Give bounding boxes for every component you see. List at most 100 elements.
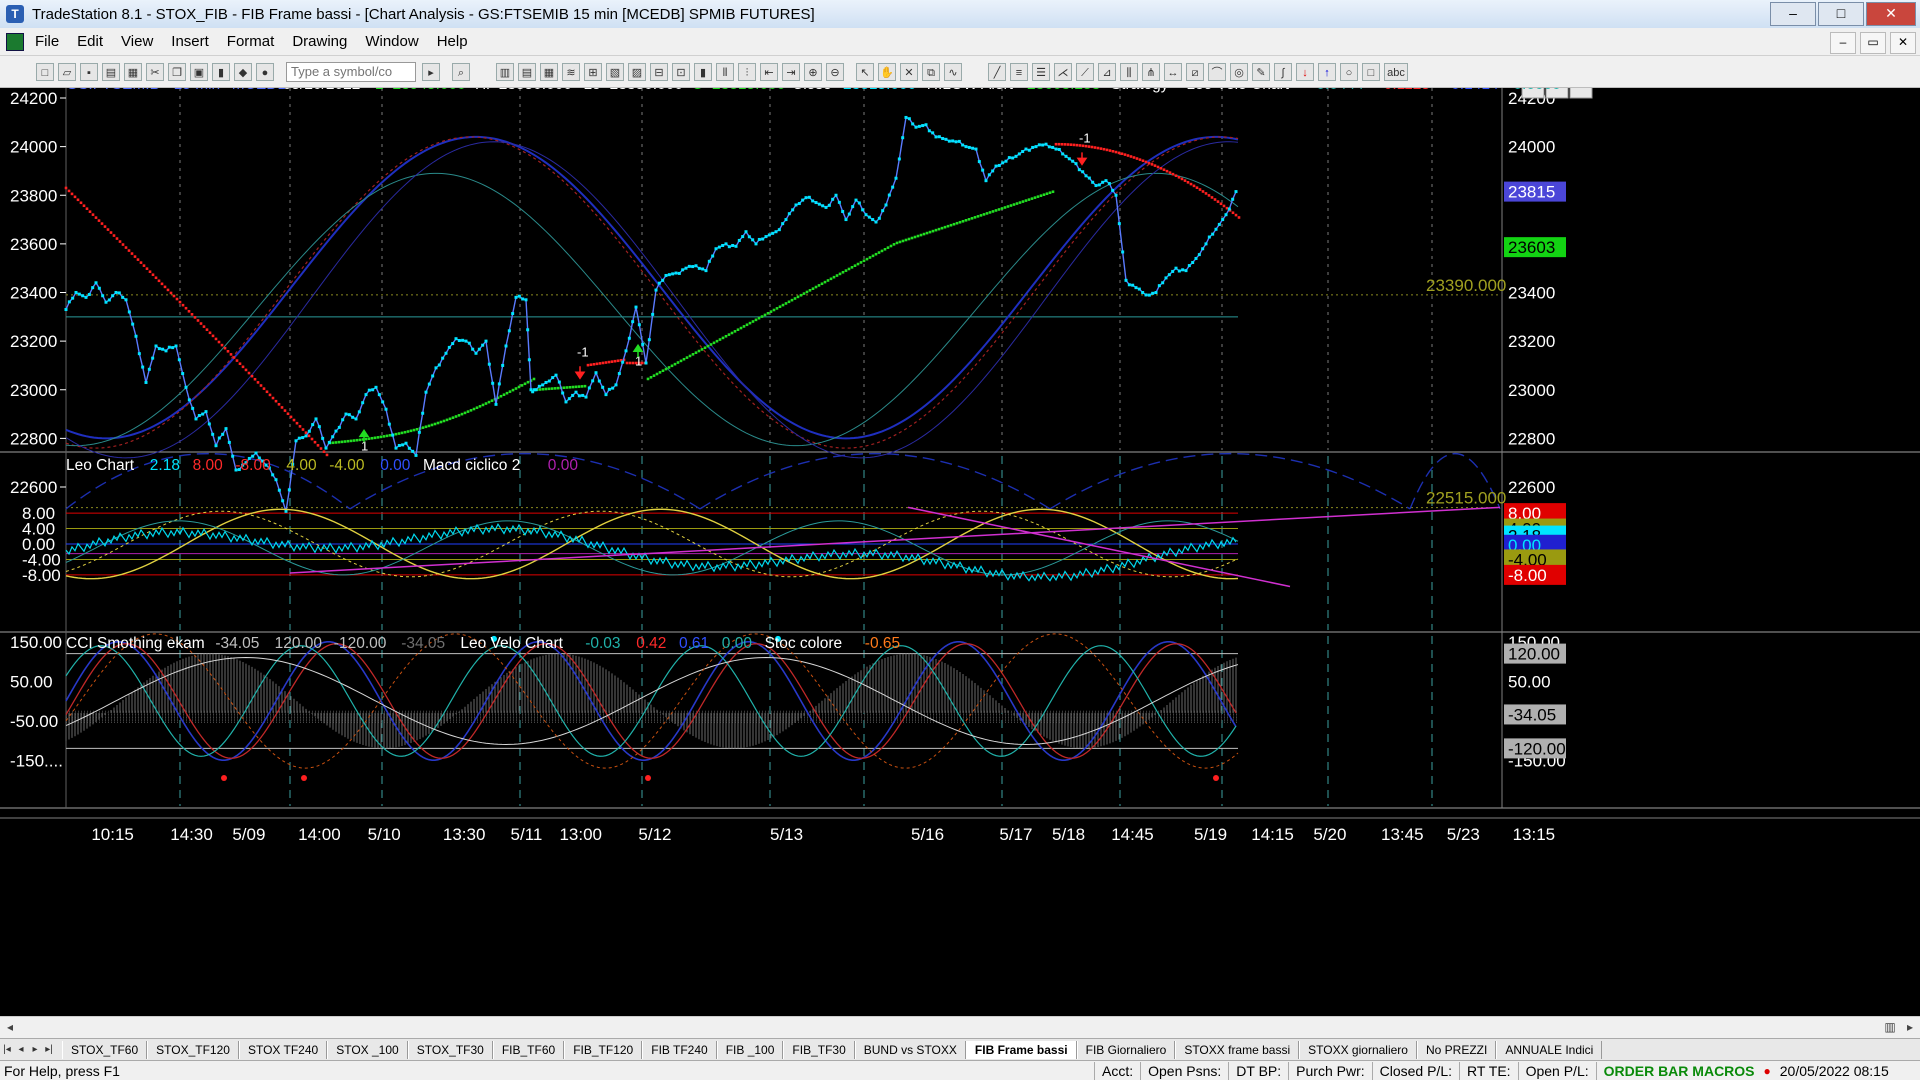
symbol-lookup-icon[interactable]: ⌕	[452, 62, 470, 81]
chart-analysis-window[interactable]: 1 -1 1 -1 24200 24000 23800 23600 23400 23200 230…	[0, 76, 1920, 1022]
bar-style-icon[interactable]: ⫴	[716, 62, 734, 81]
gann-fan-tool-icon[interactable]: ⋌	[1054, 62, 1072, 81]
workspace-tab[interactable]: STOX_TF60	[62, 1040, 148, 1059]
symbol-input[interactable]	[286, 61, 416, 82]
workspace-tab[interactable]: FIB _100	[716, 1040, 784, 1059]
arc-tool-icon[interactable]: ⌒	[1208, 62, 1226, 81]
mdi-minimize-button[interactable]: –	[1830, 32, 1856, 54]
zoom-in-bars-icon[interactable]: ⇥	[782, 62, 800, 81]
radarscreen-icon[interactable]: ▤	[518, 62, 536, 81]
tradestation-app-icon[interactable]: T	[6, 5, 24, 23]
curve-tool-icon[interactable]: ∫	[1274, 62, 1292, 81]
workspace-tab[interactable]: No PREZZI	[1416, 1040, 1497, 1059]
arrow-up-tool-icon[interactable]: ↑	[1318, 62, 1336, 81]
lock-icon[interactable]: ▮	[212, 62, 230, 81]
workspace-tab[interactable]: STOXX giornaliero	[1299, 1040, 1417, 1059]
new-icon[interactable]: □	[36, 62, 54, 81]
print-preview-icon[interactable]: ▤	[102, 62, 120, 81]
zoom-in-icon[interactable]: ⊕	[804, 62, 822, 81]
minimize-button[interactable]: –	[1770, 2, 1816, 26]
vertical-lines-tool-icon[interactable]: ⫼	[1120, 62, 1138, 81]
channel-tool-icon[interactable]: ⧄	[1186, 62, 1204, 81]
menu-view[interactable]: View	[112, 33, 162, 50]
save-icon[interactable]: ▪	[80, 62, 98, 81]
menu-drawing[interactable]: Drawing	[283, 33, 356, 50]
scanner-icon[interactable]: ⊞	[584, 62, 602, 81]
pointer-icon[interactable]: ↖	[856, 62, 874, 81]
macro-icon[interactable]: ◆	[234, 62, 252, 81]
candle-icon[interactable]: ▮	[694, 62, 712, 81]
menu-window[interactable]: Window	[356, 33, 427, 50]
menu-help[interactable]: Help	[428, 33, 477, 50]
symbol-go-icon[interactable]: ▸	[422, 62, 440, 81]
optionstation-icon[interactable]: ≋	[562, 62, 580, 81]
trendline-tool-icon[interactable]: ╱	[988, 62, 1006, 81]
paste-icon[interactable]: ▣	[190, 62, 208, 81]
scroll-left-icon[interactable]: ◂	[2, 1019, 18, 1035]
workspace-tab[interactable]: FIB_TF30	[783, 1040, 855, 1059]
news-icon[interactable]: ▨	[628, 62, 646, 81]
menu-file[interactable]: File	[26, 33, 68, 50]
workspace-tab[interactable]: FIB_TF120	[564, 1040, 643, 1059]
workspace-tab[interactable]: STOX_TF30	[407, 1040, 493, 1059]
mdi-close-button[interactable]: ✕	[1890, 32, 1916, 54]
data-window-icon[interactable]: ⫶	[738, 62, 756, 81]
chart-document-icon[interactable]	[6, 32, 24, 51]
tab-next-icon[interactable]: ▸	[28, 1044, 42, 1055]
workspace-tab[interactable]: FIB TF240	[642, 1040, 717, 1059]
workspace-tab[interactable]: ANNUALE Indici	[1496, 1040, 1603, 1059]
menu-insert[interactable]: Insert	[162, 33, 218, 50]
chart-window-icon[interactable]: ▥	[496, 62, 514, 81]
bar-chart-icon[interactable]: ⊡	[672, 62, 690, 81]
workspace-tab[interactable]: FIB Giornaliero	[1076, 1040, 1176, 1059]
tab-prev-icon[interactable]: ◂	[14, 1044, 28, 1055]
workspace-tab[interactable]: STOX TF240	[238, 1040, 328, 1059]
matrix-icon[interactable]: ▦	[540, 62, 558, 81]
status-order-bar-macros[interactable]: ORDER BAR MACROS	[1595, 1061, 1762, 1080]
fibonacci-tool-icon[interactable]: ☰	[1032, 62, 1050, 81]
hand-icon[interactable]: ✋	[878, 62, 896, 81]
close-button[interactable]: ✕	[1866, 2, 1916, 26]
pencil-tool-icon[interactable]: ✎	[1252, 62, 1270, 81]
andrews-pitchfork-tool-icon[interactable]: ⋔	[1142, 62, 1160, 81]
cut-icon[interactable]: ✂	[146, 62, 164, 81]
speed-lines-tool-icon[interactable]: ⊿	[1098, 62, 1116, 81]
horizontal-scrollbar[interactable]: ◂ ▥ ▸	[0, 1016, 1920, 1038]
portfolio-icon[interactable]: ▧	[606, 62, 624, 81]
open-icon[interactable]: ▱	[58, 62, 76, 81]
zoom-out-bars-icon[interactable]: ⇤	[760, 62, 778, 81]
workspace-tab[interactable]: STOX _100	[327, 1040, 408, 1059]
rectangle-tool-icon[interactable]: □	[1362, 62, 1380, 81]
menu-format[interactable]: Format	[218, 33, 284, 50]
spiral-tool-icon[interactable]: ◎	[1230, 62, 1248, 81]
mdi-restore-button[interactable]: ▭	[1860, 32, 1886, 54]
menu-edit[interactable]: Edit	[68, 33, 112, 50]
tools-icon[interactable]: ✕	[900, 62, 918, 81]
chart-canvas[interactable]: 1-11-1 242002400023800236002340023200230…	[0, 76, 1920, 1022]
print-icon[interactable]: ▦	[124, 62, 142, 81]
scroll-right-icon[interactable]: ▸	[1902, 1019, 1918, 1035]
workspace-icon[interactable]: ⊟	[650, 62, 668, 81]
strategy-icon[interactable]: ⧉	[922, 62, 940, 81]
workspace-tab[interactable]: FIB Frame bassi	[965, 1040, 1077, 1059]
workspace-tab[interactable]: FIB_TF60	[492, 1040, 565, 1059]
arrow-down-tool-icon[interactable]: ↓	[1296, 62, 1314, 81]
regression-tool-icon[interactable]: ⟋	[1076, 62, 1094, 81]
workspace-tab[interactable]: BUND vs STOXX	[854, 1040, 966, 1059]
tab-first-icon[interactable]: |◂	[0, 1044, 14, 1055]
ellipse-tool-icon[interactable]: ○	[1340, 62, 1358, 81]
scroll-thumb-icon[interactable]: ▥	[1882, 1019, 1898, 1035]
workspace-tab[interactable]: STOXX frame bassi	[1175, 1040, 1300, 1059]
workspace-tab[interactable]: STOX_TF120	[147, 1040, 239, 1059]
color-icon[interactable]: ●	[256, 62, 274, 81]
copy-icon[interactable]: ❐	[168, 62, 186, 81]
indicator-icon[interactable]: ∿	[944, 62, 962, 81]
extend-line-tool-icon[interactable]: ↔	[1164, 62, 1182, 81]
tab-last-icon[interactable]: ▸|	[42, 1044, 56, 1055]
horizontal-line-tool-icon[interactable]: ≡	[1010, 62, 1028, 81]
maximize-button[interactable]: □	[1818, 2, 1864, 26]
hilow-dot	[1198, 188, 1202, 191]
price-bar-marker	[1144, 293, 1148, 297]
zoom-out-icon[interactable]: ⊖	[826, 62, 844, 81]
text-tool-icon[interactable]: abc	[1384, 62, 1408, 81]
